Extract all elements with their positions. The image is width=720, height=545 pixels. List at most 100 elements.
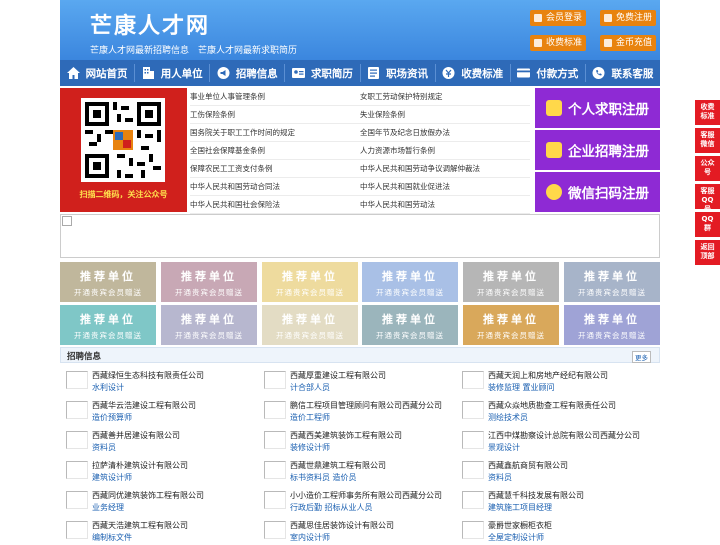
recommend-tile[interactable]: 推荐单位 开通贵宾会员赠送 (362, 305, 458, 345)
job-positions-link[interactable]: 装修设计师 (290, 442, 330, 453)
company-name-link[interactable]: 小小造价工程师事务所有限公司西藏分公司 (290, 490, 442, 501)
job-positions-link[interactable]: 资料员 (92, 442, 116, 453)
job-positions-link[interactable]: 资料员 (488, 472, 512, 483)
site-logo-title[interactable]: 芒康人才网 (90, 8, 210, 40)
company-name-link[interactable]: 江西中煤勘察设计总院有限公司西藏分公司 (488, 430, 640, 441)
company-logo-placeholder[interactable] (264, 371, 286, 389)
company-name-link[interactable]: 西藏厚重建设工程有限公司 (290, 370, 386, 381)
policy-link[interactable]: 中华人民共和国就业促进法 (360, 178, 530, 195)
free-register-button[interactable]: 免费注册 (600, 10, 656, 26)
recommend-tile[interactable]: 推荐单位 开通贵宾会员赠送 (564, 305, 660, 345)
policy-link[interactable]: 全国社会保障基金条例 (190, 142, 360, 159)
coin-recharge-button[interactable]: 金币充值 (600, 35, 656, 51)
company-name-link[interactable]: 西藏慧千科技发展有限公司 (488, 490, 584, 501)
policy-link[interactable]: 中华人民共和国劳动争议调解仲裁法 (360, 160, 530, 177)
policy-link[interactable]: 中华人民共和国劳动合同法 (190, 178, 360, 195)
nav-item-employers[interactable]: 用人单位 (135, 60, 209, 86)
job-positions-link[interactable]: 计合部人员 (290, 382, 330, 393)
company-name-link[interactable]: 西藏同优建筑装饰工程有限公司 (92, 490, 204, 501)
job-positions-link[interactable]: 标书资料员 造价员 (290, 472, 357, 483)
company-logo-placeholder[interactable] (66, 371, 88, 389)
side-float-item[interactable]: QQ 群 (695, 212, 720, 237)
recommend-tile[interactable]: 推荐单位 开通贵宾会员赠送 (60, 262, 156, 302)
job-positions-link[interactable]: 测绘技术员 (488, 412, 528, 423)
job-positions-link[interactable]: 装修监理 置业顾问 (488, 382, 555, 393)
nav-item-fees[interactable]: 收费标准 (436, 60, 510, 86)
more-link[interactable]: 更多 (632, 351, 651, 363)
company-name-link[interactable]: 西藏鑫航商贸有限公司 (488, 460, 568, 471)
job-positions-link[interactable]: 造价工程师 (290, 412, 330, 423)
company-name-link[interactable]: 西藏众焱地质勘查工程有限责任公司 (488, 400, 616, 411)
wechat-register-button[interactable]: 微信扫码注册 (535, 172, 660, 212)
job-positions-link[interactable]: 业务经理 (92, 502, 124, 513)
nav-item-resumes[interactable]: 求职简历 (285, 60, 359, 86)
job-positions-link[interactable]: 建筑施工项目经理 (488, 502, 552, 513)
policy-link[interactable]: 中华人民共和国社会保险法 (190, 196, 360, 213)
job-positions-link[interactable]: 行政后勤 招标从业人员 (290, 502, 373, 513)
company-name-link[interactable]: 西藏天浩建筑工程有限公司 (92, 520, 188, 531)
company-register-button[interactable]: 企业招聘注册 (535, 130, 660, 170)
company-logo-placeholder[interactable] (66, 491, 88, 509)
job-positions-link[interactable]: 全屋定制设计师 (488, 532, 544, 543)
company-logo-placeholder[interactable] (462, 401, 484, 419)
policy-link[interactable]: 全国年节及纪念日放假办法 (360, 124, 530, 141)
company-name-link[interactable]: 鹏信工程项目管理顾问有限公司西藏分公司 (290, 400, 442, 411)
policy-link[interactable]: 事业单位人事管理条例 (190, 88, 360, 105)
company-logo-placeholder[interactable] (264, 461, 286, 479)
company-logo-placeholder[interactable] (264, 431, 286, 449)
company-logo-placeholder[interactable] (66, 401, 88, 419)
company-name-link[interactable]: 西藏绿恒生态科技有限责任公司 (92, 370, 204, 381)
recommend-tile[interactable]: 推荐单位 开通贵宾会员赠送 (463, 262, 559, 302)
company-name-link[interactable]: 西藏西美建筑装饰工程有限公司 (290, 430, 402, 441)
nav-item-payment[interactable]: 付款方式 (511, 60, 585, 86)
ad-banner[interactable] (60, 214, 660, 258)
recommend-tile[interactable]: 推荐单位 开通贵宾会员赠送 (262, 305, 358, 345)
recommend-tile[interactable]: 推荐单位 开通贵宾会员赠送 (60, 305, 156, 345)
job-positions-link[interactable]: 编制标文件 (92, 532, 132, 543)
policy-link[interactable]: 保障农民工工资支付条例 (190, 160, 360, 177)
policy-link[interactable]: 中华人民共和国劳动法 (360, 196, 530, 213)
nav-item-home[interactable]: 网站首页 (60, 60, 134, 86)
company-logo-placeholder[interactable] (462, 431, 484, 449)
company-logo-placeholder[interactable] (462, 521, 484, 539)
recommend-tile[interactable]: 推荐单位 开通贵宾会员赠送 (463, 305, 559, 345)
company-logo-placeholder[interactable] (462, 371, 484, 389)
company-logo-placeholder[interactable] (66, 431, 88, 449)
company-logo-placeholder[interactable] (66, 521, 88, 539)
policy-link[interactable]: 失业保险条例 (360, 106, 530, 123)
side-float-item[interactable]: 收费 标准 (695, 100, 720, 125)
company-name-link[interactable]: 西藏天润上和房地产经纪有限公司 (488, 370, 608, 381)
job-positions-link[interactable]: 造价预算师 (92, 412, 132, 423)
recommend-tile[interactable]: 推荐单位 开通贵宾会员赠送 (362, 262, 458, 302)
recommend-tile[interactable]: 推荐单位 开通贵宾会员赠送 (161, 262, 257, 302)
policy-link[interactable]: 女职工劳动保护特别规定 (360, 88, 530, 105)
company-name-link[interactable]: 西藏世鼎建筑工程有限公司 (290, 460, 386, 471)
company-name-link[interactable]: 西藏思佳居装饰设计有限公司 (290, 520, 394, 531)
recommend-tile[interactable]: 推荐单位 开通贵宾会员赠送 (262, 262, 358, 302)
company-logo-placeholder[interactable] (66, 461, 88, 479)
company-name-link[interactable]: 西藏华云浩建设工程有限公司 (92, 400, 196, 411)
policy-link[interactable]: 国务院关于职工工作时间的规定 (190, 124, 360, 141)
job-positions-link[interactable]: 景观设计 (488, 442, 520, 453)
company-logo-placeholder[interactable] (264, 401, 286, 419)
side-float-item[interactable]: 客服 QQ 号 (695, 184, 720, 213)
policy-link[interactable]: 工伤保险条例 (190, 106, 360, 123)
personal-register-button[interactable]: 个人求职注册 (535, 88, 660, 128)
nav-item-jobs[interactable]: 招聘信息 (210, 60, 284, 86)
company-logo-placeholder[interactable] (264, 491, 286, 509)
recommend-tile[interactable]: 推荐单位 开通贵宾会员赠送 (161, 305, 257, 345)
company-logo-placeholder[interactable] (462, 491, 484, 509)
company-name-link[interactable]: 拉萨清朴建筑设计有限公司 (92, 460, 188, 471)
job-positions-link[interactable]: 水利设计 (92, 382, 124, 393)
recommend-tile[interactable]: 推荐单位 开通贵宾会员赠送 (564, 262, 660, 302)
company-logo-placeholder[interactable] (462, 461, 484, 479)
job-positions-link[interactable]: 建筑设计师 (92, 472, 132, 483)
side-float-item[interactable]: 返回 顶部 (695, 240, 720, 265)
job-positions-link[interactable]: 室内设计师 (290, 532, 330, 543)
company-name-link[interactable]: 西藏善并居建设有限公司 (92, 430, 180, 441)
member-login-button[interactable]: 会员登录 (530, 10, 586, 26)
nav-item-news[interactable]: 职场资讯 (361, 60, 435, 86)
fee-standard-button[interactable]: 收费标准 (530, 35, 586, 51)
nav-item-contact[interactable]: 联系客服 (586, 60, 660, 86)
company-name-link[interactable]: 豪爵世家橱柜衣柜 (488, 520, 552, 531)
